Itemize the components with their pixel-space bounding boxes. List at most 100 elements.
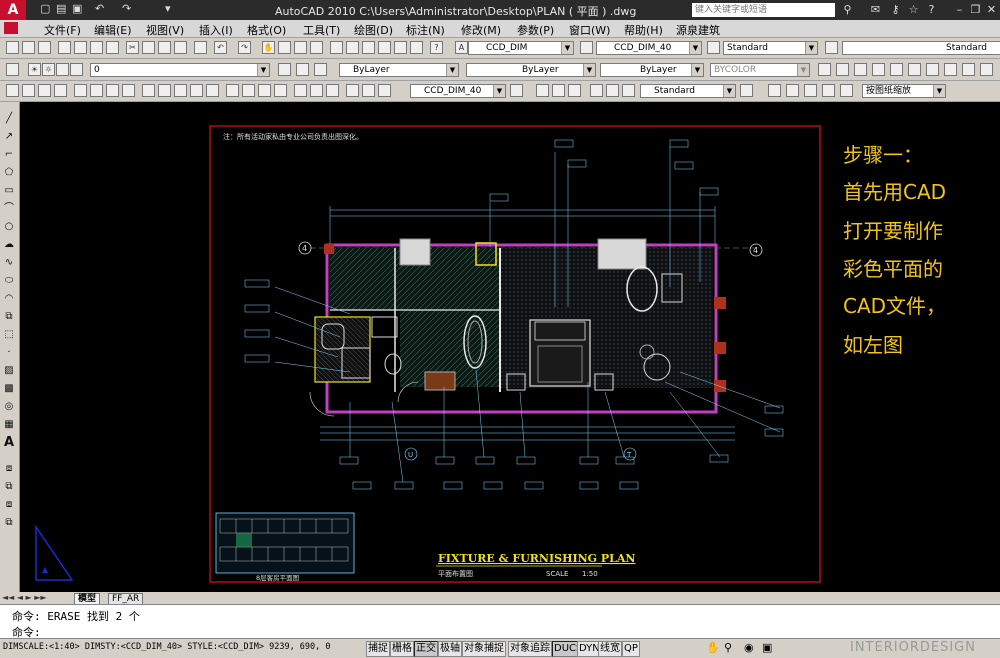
undo-toolbar-icon[interactable]: ↶ — [214, 41, 227, 54]
circle-tool-icon[interactable]: ○ — [2, 220, 16, 234]
layer-tool-2-icon[interactable] — [836, 63, 849, 76]
cut-icon[interactable]: ✂ — [126, 41, 139, 54]
copy-icon[interactable] — [142, 41, 155, 54]
menu-draw[interactable]: 绘图(D) — [354, 22, 393, 38]
dim-space-icon[interactable] — [190, 84, 203, 97]
plotstyle-select[interactable]: BYCOLOR ▼ — [710, 63, 810, 77]
inspect-icon[interactable] — [258, 84, 271, 97]
qp-toggle[interactable]: QP — [622, 641, 640, 657]
dim-edit-icon[interactable] — [294, 84, 307, 97]
polygon-tool-icon[interactable]: ⬠ — [2, 166, 16, 180]
color-select[interactable]: ByLayer ▼ — [339, 63, 459, 77]
modify-tool-4-icon[interactable]: ⧉ — [2, 516, 16, 530]
layer-tool-7-icon[interactable] — [926, 63, 939, 76]
text-style-select[interactable]: CCD_DIM ▼ — [468, 41, 574, 55]
dim-jogged-icon[interactable] — [90, 84, 103, 97]
save-icon[interactable] — [38, 41, 51, 54]
open-file-icon[interactable]: ▤ — [56, 2, 66, 18]
redo-icon[interactable]: ↷ — [122, 2, 131, 18]
menu-file[interactable]: 文件(F) — [44, 22, 81, 38]
pan-icon[interactable]: ✋ — [262, 41, 275, 54]
spline-tool-icon[interactable]: ∿ — [2, 256, 16, 270]
menu-modify[interactable]: 修改(M) — [461, 22, 501, 38]
make-current-layer-icon[interactable] — [278, 63, 291, 76]
open-icon[interactable] — [22, 41, 35, 54]
favorites-star-icon[interactable]: ☆ — [906, 2, 921, 17]
layer-tool-6-icon[interactable] — [908, 63, 921, 76]
tolerance-icon[interactable] — [226, 84, 239, 97]
menu-parametric[interactable]: 参数(P) — [517, 22, 554, 38]
menu-help[interactable]: 帮助(H) — [624, 22, 663, 38]
dim-arc-icon[interactable] — [38, 84, 51, 97]
text-style-icon[interactable]: A — [455, 41, 468, 54]
close-icon[interactable]: ✕ — [984, 2, 999, 17]
markup-icon[interactable] — [394, 41, 407, 54]
make-block-icon[interactable]: ⬚ — [2, 328, 16, 342]
ellipse-tool-icon[interactable]: ⬭ — [2, 274, 16, 288]
properties-icon[interactable] — [330, 41, 343, 54]
plot-icon[interactable] — [58, 41, 71, 54]
mleader-align-icon[interactable] — [590, 84, 603, 97]
restore-icon[interactable]: ❐ — [968, 2, 983, 17]
dim-radius-icon[interactable] — [74, 84, 87, 97]
drawing-canvas[interactable]: 注：所有活动家私由专业公司负责出图深化。 ▲ 4 4 U T 8层客房平面图 F… — [20, 102, 1000, 592]
new-file-icon[interactable]: ▢ — [40, 2, 50, 18]
revcloud-tool-icon[interactable]: ☁ — [2, 238, 16, 252]
doc-icon[interactable] — [4, 22, 18, 34]
mleader-add-icon[interactable] — [552, 84, 565, 97]
otrack-toggle[interactable]: 对象追踪 — [508, 641, 552, 657]
zoom-previous-icon[interactable] — [310, 41, 323, 54]
linetype-select[interactable]: ByLayer ▼ — [466, 63, 596, 77]
save-icon[interactable]: ▣ — [72, 2, 82, 18]
menu-plugin[interactable]: 源泉建筑 — [676, 22, 720, 38]
lineweight-toggle[interactable]: 线宽 — [598, 641, 622, 657]
layer-tool-9-icon[interactable] — [962, 63, 975, 76]
minimize-icon[interactable]: – — [952, 2, 967, 17]
dim-update-icon[interactable] — [326, 84, 339, 97]
region-tool-icon[interactable]: ◎ — [2, 400, 16, 414]
lineweight-select[interactable]: ByLayer ▼ — [600, 63, 704, 77]
mleader-style-icon[interactable] — [622, 84, 635, 97]
menu-window[interactable]: 窗口(W) — [569, 22, 610, 38]
design-center-icon[interactable] — [346, 41, 359, 54]
dim-linear-icon[interactable] — [6, 84, 19, 97]
redo-toolbar-icon[interactable]: ↷ — [238, 41, 251, 54]
showmotion-icon[interactable]: ▣ — [762, 641, 772, 654]
dim-style-select-2[interactable]: CCD_DIM_40 ▼ — [410, 84, 506, 98]
modify-tool-1-icon[interactable]: ⧈ — [2, 462, 16, 476]
table-tool-icon[interactable]: ▦ — [2, 418, 16, 432]
menu-format[interactable]: 格式(O) — [247, 22, 286, 38]
layer-select[interactable]: 0 ▼ — [90, 63, 270, 77]
workspace-dropdown-icon[interactable]: ▾ — [165, 2, 171, 18]
dim-text-edit-icon[interactable] — [310, 84, 323, 97]
multileader-style-icon[interactable] — [825, 41, 838, 54]
construction-line-icon[interactable]: ↗ — [2, 130, 16, 144]
dim-style-select[interactable]: CCD_DIM_40 ▼ — [596, 41, 702, 55]
dim-tool-c-icon[interactable] — [378, 84, 391, 97]
dim-continue-icon[interactable] — [174, 84, 187, 97]
menu-insert[interactable]: 插入(I) — [199, 22, 233, 38]
plot-preview-icon[interactable] — [74, 41, 87, 54]
menu-dimension[interactable]: 标注(N) — [406, 22, 445, 38]
dim-angular-icon[interactable] — [122, 84, 135, 97]
tool-palettes-icon[interactable] — [362, 41, 375, 54]
viewport-dialog-icon[interactable] — [768, 84, 781, 97]
sheet-set-icon[interactable] — [378, 41, 391, 54]
modify-tool-3-icon[interactable]: ⧈ — [2, 498, 16, 512]
polyline-tool-icon[interactable]: ⌐ — [2, 148, 16, 162]
undo-icon[interactable]: ↶ — [95, 2, 104, 18]
grid-toggle[interactable]: 栅格 — [390, 641, 414, 657]
publish-icon[interactable] — [90, 41, 103, 54]
dim-tool-b-icon[interactable] — [362, 84, 375, 97]
gradient-tool-icon[interactable]: ▩ — [2, 382, 16, 396]
dim-tool-a-icon[interactable] — [346, 84, 359, 97]
key-icon[interactable]: ⚷ — [888, 2, 903, 17]
layer-tool-8-icon[interactable] — [944, 63, 957, 76]
clip-viewport-icon[interactable] — [840, 84, 853, 97]
point-tool-icon[interactable]: · — [2, 346, 16, 360]
menu-edit[interactable]: 编辑(E) — [94, 22, 132, 38]
polar-toggle[interactable]: 极轴 — [438, 641, 462, 657]
polygonal-viewport-icon[interactable] — [804, 84, 817, 97]
layer-tool-4-icon[interactable] — [872, 63, 885, 76]
text-style-select-2[interactable]: Standard ▼ — [640, 84, 736, 98]
